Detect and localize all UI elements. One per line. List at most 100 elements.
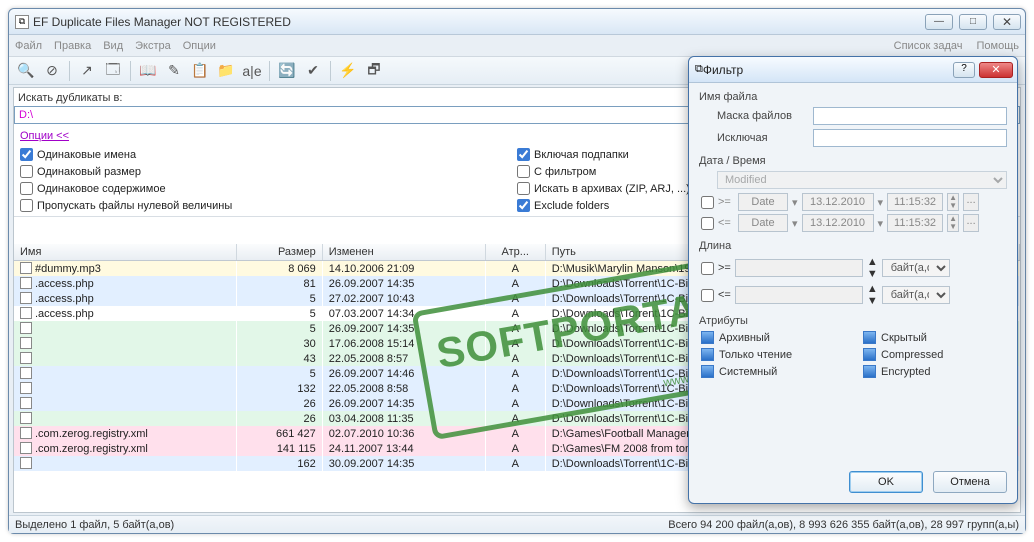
file-icon (20, 367, 32, 379)
input-len-ge[interactable] (735, 259, 863, 277)
group-attrs: Атрибуты (699, 315, 1007, 327)
sel-date-type-1[interactable] (738, 193, 788, 211)
chk-skip-zero[interactable]: Пропускать файлы нулевой величины (20, 199, 517, 212)
file-icon (20, 352, 32, 364)
label-exclude: Исключая (717, 132, 807, 144)
chk-include-sub-label: Включая подпапки (534, 149, 629, 161)
pick-ge[interactable]: ... (963, 193, 979, 211)
date-le[interactable] (802, 214, 874, 232)
attr-compressed[interactable]: Compressed (863, 348, 1007, 361)
chk-same-content-label: Одинаковое содержимое (37, 183, 166, 195)
file-icon (20, 337, 32, 349)
dialog-titlebar[interactable]: ⧉ Фильтр ? ✕ (689, 57, 1017, 83)
options-toggle-link[interactable]: Опции << (20, 130, 69, 142)
chk-search-archives-label: Искать в архивах (ZIP, ARJ, ...) (534, 183, 690, 195)
attr-archive[interactable]: Архивный (701, 331, 845, 344)
attr-encrypted[interactable]: Encrypted (863, 365, 1007, 378)
unit-ge[interactable]: байт(а,ов (882, 259, 950, 277)
toolbar-button-12[interactable]: 🗗 (363, 60, 385, 82)
toolbar-button-5[interactable]: ✎ (163, 60, 185, 82)
chk-skip-zero-label: Пропускать файлы нулевой величины (37, 200, 232, 212)
toolbar-button-9[interactable]: 🔄 (276, 60, 298, 82)
file-icon (20, 322, 32, 334)
file-icon (20, 412, 32, 424)
attr-hidden[interactable]: Скрытый (863, 331, 1007, 344)
input-len-le[interactable] (735, 286, 863, 304)
dialog-help-button[interactable]: ? (953, 62, 975, 78)
menu-help[interactable]: Помощь (977, 40, 1020, 52)
close-button[interactable]: ✕ (993, 14, 1021, 30)
attr-readonly[interactable]: Только чтение (701, 348, 845, 361)
chk-len-le[interactable] (701, 289, 714, 302)
chk-ge[interactable] (701, 196, 714, 209)
file-icon (20, 307, 32, 319)
status-right: Всего 94 200 файл(а,ов), 8 993 626 355 б… (668, 519, 1019, 531)
menubar: Файл Правка Вид Экстра Опции Список зада… (9, 35, 1025, 57)
toolbar-button-6[interactable]: 📋 (189, 60, 211, 82)
col-name[interactable]: Имя (14, 244, 236, 261)
dialog-icon: ⧉ (695, 63, 703, 76)
col-mod[interactable]: Изменен (322, 244, 485, 261)
spin-le[interactable]: ▲▼ (947, 214, 959, 232)
select-modified[interactable]: Modified (717, 171, 1007, 189)
spin-len-ge[interactable]: ▲▼ (867, 256, 878, 280)
pick-le[interactable]: ... (963, 214, 979, 232)
menu-extra[interactable]: Экстра (135, 40, 171, 52)
attr-system[interactable]: Системный (701, 365, 845, 378)
label-len-le: <= (718, 289, 731, 301)
label-len-ge: >= (718, 262, 731, 274)
toolbar-button-10[interactable]: ✔ (302, 60, 324, 82)
input-mask[interactable] (813, 107, 1007, 125)
menu-file[interactable]: Файл (15, 40, 42, 52)
chk-same-names[interactable]: Одинаковые имена (20, 148, 517, 161)
spin-ge[interactable]: ▲▼ (947, 193, 959, 211)
chk-len-ge[interactable] (701, 262, 714, 275)
unit-le[interactable]: байт(а,ов (882, 286, 950, 304)
minimize-button[interactable]: — (925, 14, 953, 30)
toolbar-button-7[interactable]: 📁 (215, 60, 237, 82)
cancel-button[interactable]: Отмена (933, 471, 1007, 493)
date-ge[interactable] (802, 193, 874, 211)
file-icon (20, 442, 32, 454)
file-icon (20, 277, 32, 289)
window-title: EF Duplicate Files Manager NOT REGISTERE… (33, 15, 925, 29)
maximize-button[interactable]: □ (959, 14, 987, 30)
toolbar-button-0[interactable]: 🔍 (15, 60, 37, 82)
label-le: <= (718, 217, 734, 229)
dialog-title: Фильтр (703, 63, 953, 77)
time-ge[interactable] (887, 193, 943, 211)
label-mask: Маска файлов (717, 110, 807, 122)
time-le[interactable] (887, 214, 943, 232)
menu-tasks[interactable]: Список задач (894, 40, 963, 52)
toolbar-button-11[interactable]: ⚡ (337, 60, 359, 82)
ok-button[interactable]: OK (849, 471, 923, 493)
menu-view[interactable]: Вид (103, 40, 123, 52)
label-ge: >= (718, 196, 734, 208)
toolbar-button-8[interactable]: a|e (241, 60, 263, 82)
toolbar-button-1[interactable]: ⊘ (41, 60, 63, 82)
chk-le[interactable] (701, 217, 714, 230)
group-length: Длина (699, 240, 1007, 252)
chk-exclude-folders-label: Exclude folders (534, 200, 609, 212)
menu-edit[interactable]: Правка (54, 40, 91, 52)
toolbar-button-3[interactable]: 🗔 (102, 60, 124, 82)
menu-options[interactable]: Опции (183, 40, 216, 52)
file-icon (20, 292, 32, 304)
status-bar: Выделено 1 файл, 5 байт(а,ов) Всего 94 2… (9, 515, 1025, 533)
chk-same-size[interactable]: Одинаковый размер (20, 165, 517, 178)
input-exclude[interactable] (813, 129, 1007, 147)
chk-same-size-label: Одинаковый размер (37, 166, 141, 178)
dialog-close-button[interactable]: ✕ (979, 62, 1013, 78)
col-size[interactable]: Размер (236, 244, 322, 261)
sel-date-type-2[interactable] (738, 214, 788, 232)
group-filename: Имя файла (699, 91, 1007, 103)
spin-len-le[interactable]: ▲▼ (867, 283, 878, 307)
file-icon (20, 457, 32, 469)
file-icon (20, 397, 32, 409)
col-attr[interactable]: Атр... (485, 244, 545, 261)
toolbar-button-2[interactable]: ↗ (76, 60, 98, 82)
toolbar-button-4[interactable]: 📖 (137, 60, 159, 82)
chk-same-content[interactable]: Одинаковое содержимое (20, 182, 517, 195)
file-icon (20, 427, 32, 439)
titlebar[interactable]: ⧉ EF Duplicate Files Manager NOT REGISTE… (9, 9, 1025, 35)
